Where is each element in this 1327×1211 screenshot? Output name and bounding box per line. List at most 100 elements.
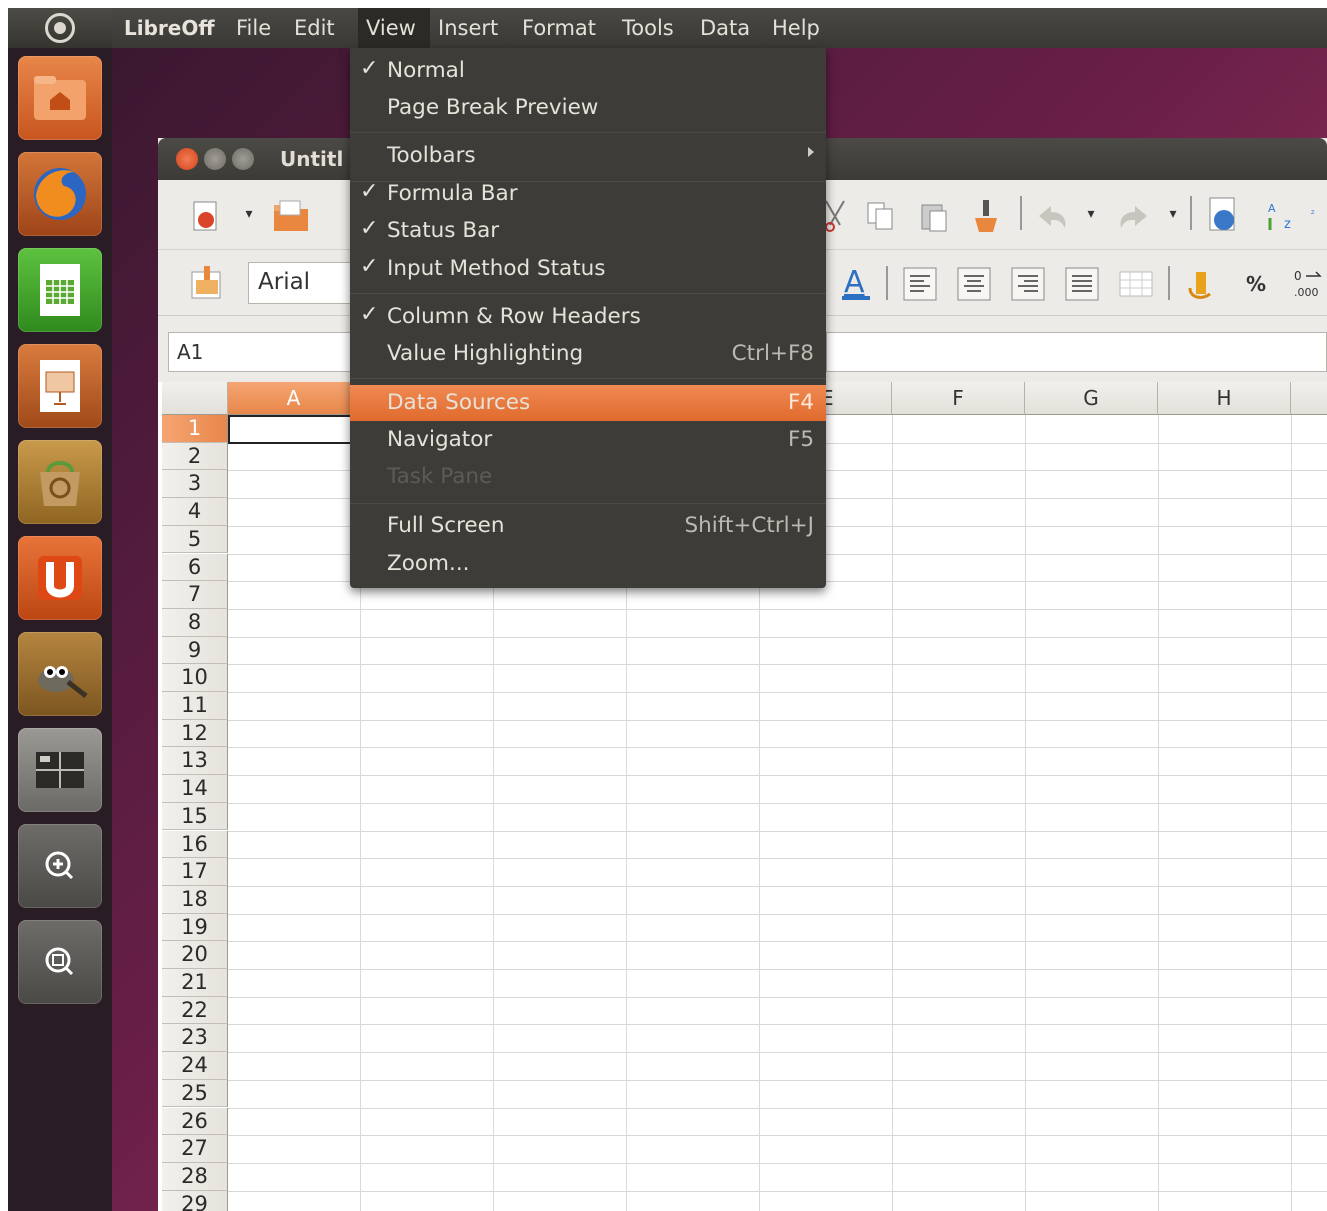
redo-icon[interactable] bbox=[1114, 198, 1154, 234]
launcher-impress[interactable] bbox=[18, 344, 102, 428]
row-header[interactable]: 6 bbox=[162, 553, 228, 582]
menu-edit[interactable]: Edit bbox=[294, 16, 335, 40]
row-header[interactable]: 25 bbox=[162, 1079, 228, 1108]
new-document-icon[interactable] bbox=[186, 196, 226, 236]
row-header[interactable]: 10 bbox=[162, 664, 228, 692]
corner-select-all[interactable] bbox=[162, 382, 228, 415]
menu-item-input-method-status[interactable]: ✓ Input Method Status bbox=[350, 251, 826, 287]
row-header[interactable]: 4 bbox=[162, 498, 228, 526]
launcher-zoom-in[interactable] bbox=[18, 824, 102, 908]
font-color-icon[interactable]: A bbox=[836, 262, 876, 306]
row-gridline bbox=[228, 830, 1327, 832]
column-header-h[interactable]: H bbox=[1158, 382, 1291, 415]
currency-format-icon[interactable] bbox=[1182, 262, 1222, 306]
row-gridline bbox=[228, 664, 1327, 666]
formula-input[interactable] bbox=[826, 332, 1327, 372]
row-header[interactable]: 29 bbox=[162, 1190, 228, 1211]
row-header[interactable]: 14 bbox=[162, 775, 228, 803]
percent-format-icon[interactable]: % bbox=[1238, 266, 1274, 302]
row-header[interactable]: 2 bbox=[162, 442, 228, 471]
row-header[interactable]: 17 bbox=[162, 858, 228, 886]
row-header[interactable]: 12 bbox=[162, 719, 228, 748]
row-header[interactable]: 27 bbox=[162, 1135, 228, 1163]
menu-item-status-bar[interactable]: ✓ Status Bar bbox=[350, 213, 826, 249]
menu-item-column-row-headers[interactable]: ✓ Column & Row Headers bbox=[350, 299, 826, 335]
justify-icon[interactable] bbox=[1062, 262, 1102, 306]
paste-icon[interactable] bbox=[914, 196, 954, 236]
menu-item-zoom[interactable]: Zoom... bbox=[350, 546, 826, 582]
row-header[interactable]: 26 bbox=[162, 1107, 228, 1136]
row-header[interactable]: 21 bbox=[162, 969, 228, 997]
row-header[interactable]: 18 bbox=[162, 885, 228, 914]
align-left-icon[interactable] bbox=[900, 262, 940, 306]
new-dropdown-icon[interactable]: ▾ bbox=[244, 204, 254, 224]
menu-item-data-sources[interactable]: Data Sources F4 bbox=[350, 385, 826, 421]
row-gridline bbox=[228, 1190, 1327, 1192]
row-header[interactable]: 22 bbox=[162, 996, 228, 1025]
row-header[interactable]: 7 bbox=[162, 581, 228, 609]
row-header[interactable]: 15 bbox=[162, 802, 228, 831]
row-header[interactable]: 20 bbox=[162, 941, 228, 969]
launcher-firefox[interactable] bbox=[18, 152, 102, 236]
row-header[interactable]: 5 bbox=[162, 525, 228, 554]
row-header[interactable]: 3 bbox=[162, 470, 228, 499]
row-header[interactable]: 28 bbox=[162, 1162, 228, 1191]
row-header[interactable]: 9 bbox=[162, 636, 228, 665]
launcher-ubuntu-one[interactable] bbox=[18, 536, 102, 620]
menu-file[interactable]: File bbox=[236, 16, 271, 40]
menu-item-normal[interactable]: ✓ Normal bbox=[350, 53, 826, 89]
dash-button[interactable] bbox=[8, 8, 112, 48]
menu-view[interactable]: View bbox=[366, 16, 416, 40]
redo-dropdown-icon[interactable]: ▾ bbox=[1168, 204, 1178, 224]
sort-ascending-icon[interactable]: Az bbox=[1260, 196, 1300, 236]
menu-format[interactable]: Format bbox=[522, 16, 596, 40]
launcher-zoom-out[interactable] bbox=[18, 920, 102, 1004]
menu-tools[interactable]: Tools bbox=[622, 16, 674, 40]
row-header[interactable]: 19 bbox=[162, 913, 228, 942]
row-gridline bbox=[228, 1079, 1327, 1081]
row-header[interactable]: 24 bbox=[162, 1052, 228, 1080]
menu-item-navigator[interactable]: Navigator F5 bbox=[350, 422, 826, 458]
menu-insert[interactable]: Insert bbox=[438, 16, 498, 40]
software-center-icon bbox=[40, 461, 80, 506]
maximize-window-button[interactable] bbox=[232, 148, 254, 170]
add-decimal-place-icon[interactable]: 0 .000 bbox=[1288, 262, 1327, 306]
launcher-software-center[interactable] bbox=[18, 440, 102, 524]
menu-item-value-highlighting[interactable]: Value Highlighting Ctrl+F8 bbox=[350, 336, 826, 372]
open-folder-icon[interactable] bbox=[270, 196, 312, 236]
active-cell-a1[interactable] bbox=[228, 415, 361, 444]
row-header[interactable]: 8 bbox=[162, 608, 228, 637]
minimize-window-button[interactable] bbox=[204, 148, 226, 170]
menu-help[interactable]: Help bbox=[772, 16, 820, 40]
row-header[interactable]: 16 bbox=[162, 830, 228, 859]
sort-descending-icon[interactable]: Z bbox=[1310, 196, 1327, 236]
merge-cells-icon[interactable] bbox=[1116, 262, 1156, 306]
row-header[interactable]: 23 bbox=[162, 1024, 228, 1053]
menu-item-page-break-preview[interactable]: Page Break Preview bbox=[350, 90, 826, 126]
hyperlink-icon[interactable] bbox=[1204, 194, 1244, 236]
clone-formatting-icon[interactable] bbox=[966, 194, 1006, 238]
launcher-workspaces[interactable] bbox=[18, 728, 102, 812]
undo-dropdown-icon[interactable]: ▾ bbox=[1086, 204, 1096, 224]
row-header[interactable]: 11 bbox=[162, 692, 228, 720]
launcher-home-folder[interactable] bbox=[18, 56, 102, 140]
copy-icon[interactable] bbox=[860, 196, 900, 236]
menu-separator bbox=[350, 378, 826, 379]
undo-icon[interactable] bbox=[1032, 198, 1072, 234]
row-header[interactable]: 13 bbox=[162, 747, 228, 776]
launcher-gimp[interactable] bbox=[18, 632, 102, 716]
align-center-icon[interactable] bbox=[954, 262, 994, 306]
column-header-i[interactable] bbox=[1291, 382, 1327, 415]
column-header-a[interactable]: A bbox=[228, 382, 360, 415]
column-header-g[interactable]: G bbox=[1025, 382, 1158, 415]
row-header[interactable]: 1 bbox=[162, 415, 228, 443]
menu-item-toolbars[interactable]: Toolbars bbox=[350, 138, 826, 174]
menu-item-full-screen[interactable]: Full Screen Shift+Ctrl+J bbox=[350, 508, 826, 544]
align-right-icon[interactable] bbox=[1008, 262, 1048, 306]
column-header-f[interactable]: F bbox=[892, 382, 1025, 415]
menu-data[interactable]: Data bbox=[700, 16, 750, 40]
name-box[interactable]: A1 bbox=[168, 332, 368, 372]
launcher-calc[interactable] bbox=[18, 248, 102, 332]
styles-and-formatting-icon[interactable] bbox=[184, 260, 228, 306]
close-window-button[interactable] bbox=[176, 148, 198, 170]
